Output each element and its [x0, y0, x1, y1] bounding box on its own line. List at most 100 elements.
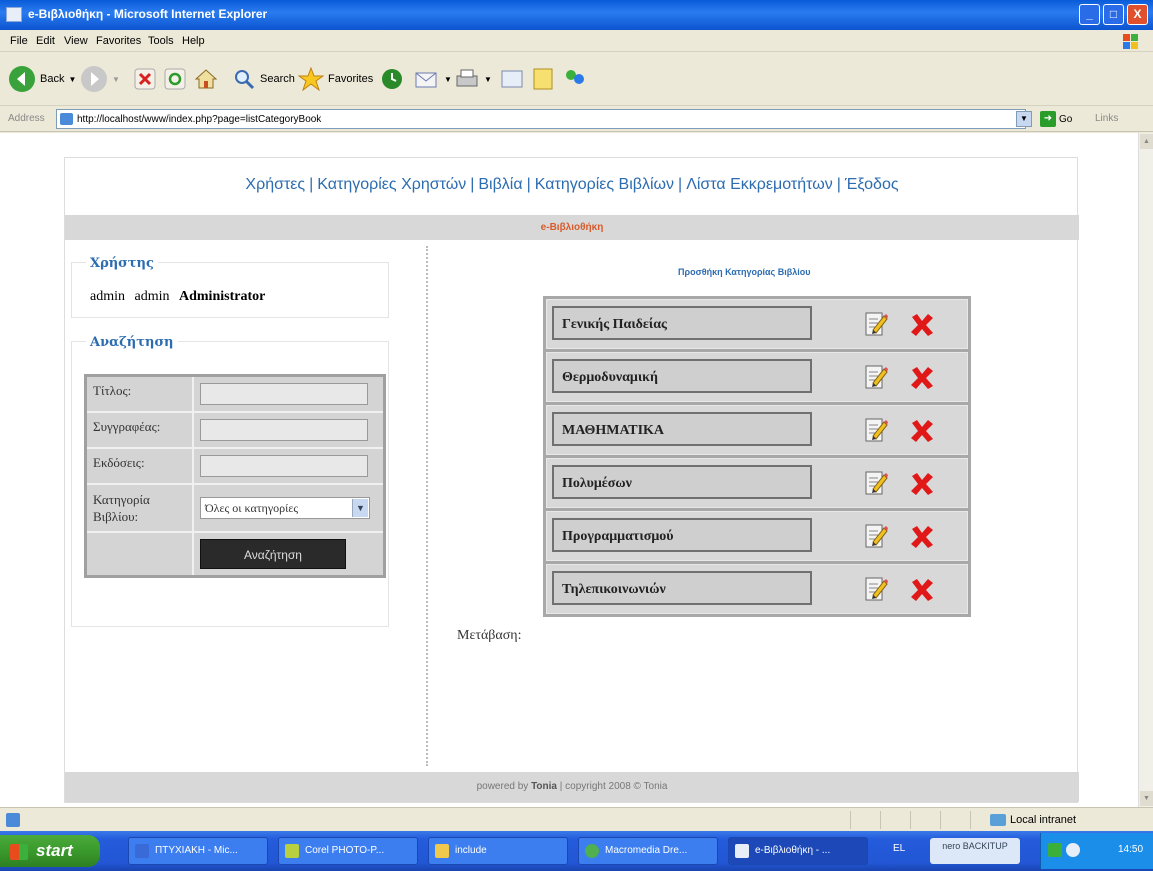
- search-submit-button[interactable]: Αναζήτηση: [200, 539, 346, 569]
- volume-icon[interactable]: [1066, 843, 1080, 857]
- empty-cell: [87, 533, 194, 575]
- search-fieldset: Αναζήτηση Τίτλος: Συγγραφέας: Εκδόσεις: …: [71, 335, 389, 627]
- maximize-button[interactable]: □: [1103, 4, 1124, 25]
- history-button[interactable]: [380, 59, 404, 99]
- network-icon[interactable]: [1048, 843, 1062, 857]
- edit-icon[interactable]: [864, 575, 888, 603]
- mail-button[interactable]: ▼: [414, 59, 452, 99]
- search-button[interactable]: Search: [232, 59, 295, 99]
- stop-button[interactable]: [134, 59, 156, 99]
- nav-separator: |: [309, 176, 314, 193]
- task-label: Macromedia Dre...: [605, 845, 688, 856]
- delete-icon[interactable]: [909, 365, 935, 391]
- category-label: Κατηγορία Βιβλίου:: [87, 485, 194, 531]
- menu-edit[interactable]: Edit: [36, 35, 55, 47]
- nav-separator: |: [836, 176, 841, 193]
- menu-tools[interactable]: Tools: [148, 35, 174, 47]
- nav-separator: |: [678, 176, 683, 193]
- edit-icon[interactable]: [864, 363, 888, 391]
- delete-icon[interactable]: [909, 418, 935, 444]
- edit-icon[interactable]: [864, 310, 888, 338]
- search-icon: [235, 70, 255, 90]
- task-word-document[interactable]: ΠΤΥΧΙΑΚΗ - Mic...: [128, 837, 268, 865]
- notes-button[interactable]: [532, 59, 554, 99]
- print-button[interactable]: ▼: [454, 59, 492, 99]
- delete-icon[interactable]: [909, 577, 935, 603]
- edit-icon[interactable]: [864, 416, 888, 444]
- nav-logout[interactable]: Έξοδος: [845, 176, 899, 193]
- delete-icon[interactable]: [909, 471, 935, 497]
- address-input[interactable]: http://localhost/www/index.php?page=list…: [56, 109, 1026, 129]
- vertical-scrollbar[interactable]: ▲ ▼: [1138, 133, 1153, 807]
- address-dropdown-icon[interactable]: ▼: [1016, 111, 1032, 127]
- category-name: Τηλεπικοινωνιών: [552, 571, 812, 605]
- window-title-bar[interactable]: e-Βιβλιοθήκη - Microsoft Internet Explor…: [0, 0, 1153, 30]
- address-bar: Address http://localhost/www/index.php?p…: [0, 106, 1153, 132]
- add-category-link[interactable]: Προσθήκη Κατηγορίας Βιβλίου: [678, 267, 810, 277]
- language-indicator[interactable]: EL: [893, 843, 905, 854]
- task-ie-library[interactable]: e-Βιβλιοθήκη - ...: [728, 837, 868, 865]
- menu-view[interactable]: View: [64, 35, 88, 47]
- nav-users[interactable]: Χρήστες: [245, 176, 305, 193]
- delete-icon[interactable]: [909, 524, 935, 550]
- nav-book-categories[interactable]: Κατηγορίες Βιβλίων: [535, 176, 674, 193]
- delete-icon[interactable]: [909, 312, 935, 338]
- go-button[interactable]: ➜ Go: [1040, 111, 1072, 127]
- edit-icon[interactable]: [864, 469, 888, 497]
- back-button[interactable]: Back ▼: [8, 59, 76, 99]
- author-input[interactable]: [200, 419, 368, 441]
- menu-help[interactable]: Help: [182, 35, 205, 47]
- home-button[interactable]: [194, 59, 218, 99]
- scroll-down-icon[interactable]: ▼: [1140, 791, 1153, 806]
- category-row: Προγραμματισμού: [546, 511, 968, 561]
- category-select-value: Όλες οι κατηγορίες: [205, 501, 299, 515]
- title-input[interactable]: [200, 383, 368, 405]
- nav-user-categories[interactable]: Κατηγορίες Χρηστών: [317, 176, 466, 193]
- forward-button[interactable]: ▼: [80, 59, 120, 99]
- user-first-name: admin: [90, 289, 125, 304]
- nav-pending-list[interactable]: Λίστα Εκκρεμοτήτων: [686, 176, 833, 193]
- main-navigation: Χρήστες | Κατηγορίες Χρηστών | Βιβλία | Κατηγο…: [65, 176, 1079, 194]
- nero-backitup-icon[interactable]: nero BACKITUP: [930, 838, 1020, 864]
- zone-label: Local intranet: [1010, 814, 1077, 826]
- links-button[interactable]: Links: [1095, 113, 1118, 124]
- edit-page-button[interactable]: [500, 59, 524, 99]
- edit-icon[interactable]: [864, 522, 888, 550]
- task-label: ΠΤΥΧΙΑΚΗ - Mic...: [155, 845, 238, 856]
- task-corel-photo[interactable]: Corel PHOTO-P...: [278, 837, 418, 865]
- start-label: start: [36, 841, 73, 860]
- refresh-button[interactable]: [164, 59, 186, 99]
- favorites-button[interactable]: Favorites: [298, 59, 373, 99]
- status-bar: Local intranet: [0, 807, 1153, 831]
- menu-file[interactable]: File: [10, 35, 28, 47]
- category-select[interactable]: Όλες οι κατηγορίες ▼: [200, 497, 370, 519]
- search-row-category: Κατηγορία Βιβλίου: Όλες οι κατηγορίες ▼: [87, 485, 383, 533]
- task-include-folder[interactable]: include: [428, 837, 568, 865]
- ie-icon: [735, 844, 749, 858]
- nav-books[interactable]: Βιβλία: [478, 176, 522, 193]
- window-title: e-Βιβλιοθήκη - Microsoft Internet Explor…: [28, 7, 268, 21]
- chevron-down-icon: ▼: [352, 499, 368, 517]
- search-form: Τίτλος: Συγγραφέας: Εκδόσεις: Κατηγορία …: [84, 374, 386, 578]
- close-button[interactable]: X: [1127, 4, 1148, 25]
- minimize-button[interactable]: _: [1079, 4, 1100, 25]
- messenger-button[interactable]: [562, 59, 588, 99]
- search-row-submit: Αναζήτηση: [87, 533, 383, 575]
- category-table: Γενικής Παιδείας Θερμοδυναμική ΜΑΘΗΜΑΤΙΚ…: [543, 296, 971, 617]
- page-footer: powered by Tonia | copyright 2008 © Toni…: [65, 772, 1079, 802]
- page-icon: [60, 113, 73, 125]
- menu-bar: File Edit View Favorites Tools Help: [0, 30, 1153, 52]
- forward-arrow-icon: [81, 66, 107, 92]
- start-button[interactable]: start: [0, 835, 100, 867]
- status-divider: [880, 811, 881, 829]
- task-macromedia[interactable]: Macromedia Dre...: [578, 837, 718, 865]
- scroll-up-icon[interactable]: ▲: [1140, 134, 1153, 149]
- nav-separator: |: [526, 176, 531, 193]
- publisher-label: Εκδόσεις:: [87, 449, 194, 483]
- publisher-input[interactable]: [200, 455, 368, 477]
- folder-icon: [435, 844, 449, 858]
- favorites-star-icon: [298, 67, 324, 91]
- task-label: Corel PHOTO-P...: [305, 845, 385, 856]
- menu-favorites[interactable]: Favorites: [96, 35, 141, 47]
- browser-viewport: Χρήστες | Κατηγορίες Χρηστών | Βιβλία | Κατηγο…: [0, 133, 1138, 807]
